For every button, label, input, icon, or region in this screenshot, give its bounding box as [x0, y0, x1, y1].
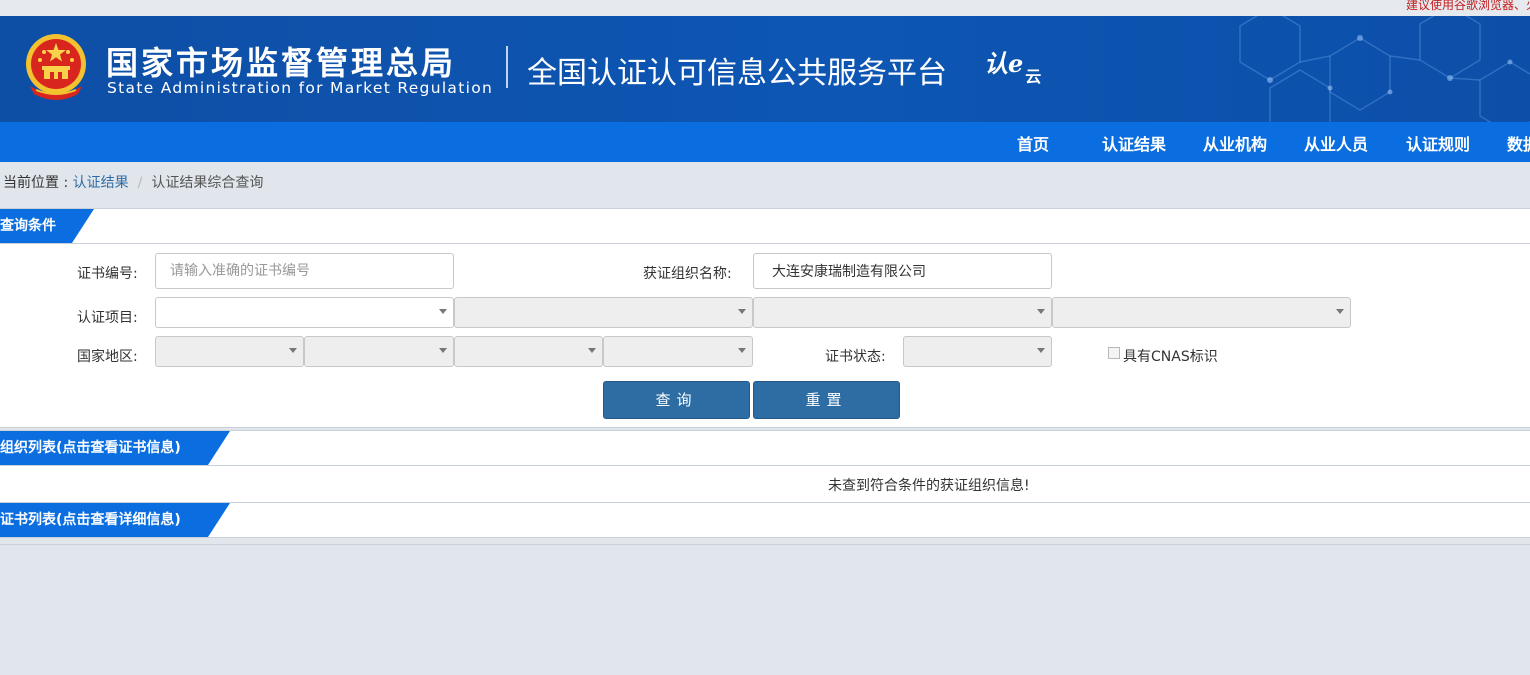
cnas-label: 具有CNAS标识	[1123, 349, 1218, 365]
main-navigation: 首页 认证结果 从业机构 从业人员 认证规则 数据	[0, 122, 1530, 162]
nav-item-data[interactable]: 数据	[1507, 131, 1530, 155]
breadcrumb-separator: /	[137, 175, 143, 191]
hexagon-pattern-decoration	[1239, 16, 1530, 122]
project-select-4[interactable]	[1052, 297, 1351, 328]
nav-item-institutions[interactable]: 从业机构	[1203, 131, 1267, 155]
brand-logo-sub: 云	[1025, 67, 1042, 86]
breadcrumb: 当前位置 : 认证结果 / 认证结果综合查询	[3, 172, 263, 192]
project-select-1[interactable]	[155, 297, 454, 328]
region-select-4[interactable]	[603, 336, 753, 367]
cert-no-input[interactable]	[155, 253, 454, 289]
org-name-cn: 国家市场监督管理总局	[106, 44, 457, 82]
chevron-down-icon	[439, 348, 447, 353]
brand-logo-mid: e	[1008, 49, 1024, 78]
brand-logo-main: 认	[984, 49, 1008, 78]
site-banner: 国家市场监督管理总局 State Administration for Mark…	[0, 16, 1530, 122]
org-list-title: 组织列表(点击查看证书信息)	[0, 431, 230, 465]
org-name-en: State Administration for Market Regulati…	[107, 79, 494, 97]
breadcrumb-link-cert-results[interactable]: 认证结果	[73, 175, 129, 191]
project-select-3[interactable]	[753, 297, 1052, 328]
national-emblem-icon	[26, 34, 86, 100]
platform-title: 全国认证认可信息公共服务平台	[527, 56, 947, 91]
query-section-title: 查询条件	[0, 209, 94, 243]
chevron-down-icon	[588, 348, 596, 353]
region-select-2[interactable]	[304, 336, 454, 367]
org-list-empty-message: 未查到符合条件的获证组织信息!	[828, 478, 1030, 494]
nav-item-cert-results[interactable]: 认证结果	[1102, 131, 1166, 155]
cert-list-bottom-border	[0, 544, 1530, 545]
status-select[interactable]	[903, 336, 1052, 367]
top-notice-bar: 建议使用谷歌浏览器、火	[0, 0, 1530, 16]
brand-logo: 认e 云	[984, 44, 1041, 86]
project-select-2[interactable]	[454, 297, 753, 328]
project-label: 认证项目:	[77, 310, 138, 326]
chevron-down-icon	[289, 348, 297, 353]
breadcrumb-prefix: 当前位置 :	[3, 175, 73, 191]
nav-item-cert-rules[interactable]: 认证规则	[1406, 131, 1470, 155]
org-name-input[interactable]	[753, 253, 1052, 289]
region-select-1[interactable]	[155, 336, 304, 367]
query-section-header: 查询条件	[0, 209, 1530, 244]
cert-list-section-header: 证书列表(点击查看详细信息)	[0, 502, 1530, 538]
region-label: 国家地区:	[77, 349, 138, 365]
chevron-down-icon	[738, 348, 746, 353]
org-list-empty-row: 未查到符合条件的获证组织信息!	[0, 466, 1530, 502]
org-name-label: 获证组织名称:	[643, 266, 732, 282]
region-select-3[interactable]	[454, 336, 603, 367]
status-label: 证书状态:	[825, 349, 886, 365]
nav-item-home[interactable]: 首页	[1017, 131, 1049, 155]
chevron-down-icon	[1336, 309, 1344, 314]
cert-no-label: 证书编号:	[77, 266, 138, 282]
chevron-down-icon	[1037, 309, 1045, 314]
banner-divider	[506, 46, 508, 88]
org-list-section-header: 组织列表(点击查看证书信息)	[0, 430, 1530, 466]
breadcrumb-current: 认证结果综合查询	[151, 175, 264, 191]
chevron-down-icon	[738, 309, 746, 314]
chevron-down-icon	[1037, 348, 1045, 353]
browser-recommendation-tip: 建议使用谷歌浏览器、火	[1405, 0, 1530, 12]
search-button[interactable]: 查询	[603, 381, 750, 419]
nav-item-personnel[interactable]: 从业人员	[1304, 131, 1368, 155]
reset-button[interactable]: 重置	[753, 381, 900, 419]
cert-list-title: 证书列表(点击查看详细信息)	[0, 503, 230, 537]
cnas-checkbox[interactable]	[1108, 347, 1120, 359]
chevron-down-icon	[439, 309, 447, 314]
